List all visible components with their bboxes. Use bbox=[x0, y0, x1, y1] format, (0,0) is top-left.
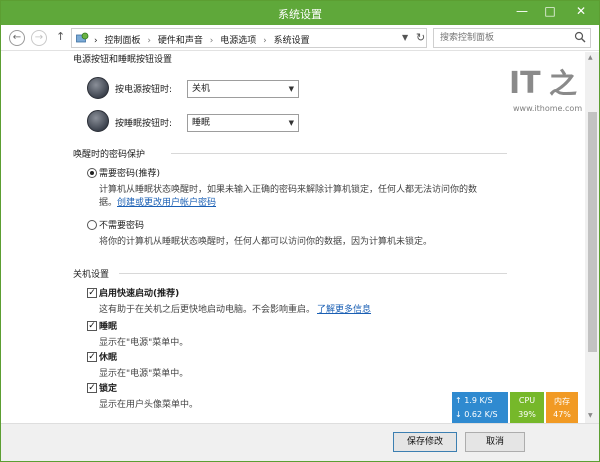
save-changes-button[interactable]: 保存修改 bbox=[393, 432, 457, 452]
learn-more-link[interactable]: 了解更多信息 bbox=[317, 302, 371, 315]
title-bar[interactable]: 系统设置 — □ ✕ bbox=[1, 1, 599, 25]
back-button[interactable]: ← bbox=[9, 30, 25, 46]
sleep-label[interactable]: 睡眠 bbox=[99, 319, 117, 332]
chevron-down-icon: ▼ bbox=[288, 85, 294, 93]
section-divider bbox=[171, 153, 507, 154]
breadcrumb-control-panel[interactable]: 控制面板 bbox=[104, 36, 140, 46]
breadcrumb-power-options[interactable]: 电源选项 bbox=[220, 36, 256, 46]
breadcrumb-separator: › bbox=[147, 36, 151, 46]
chevron-down-icon[interactable]: ▼ bbox=[402, 33, 408, 42]
power-button-value: 关机 bbox=[192, 84, 211, 94]
svg-text:IT: IT bbox=[509, 66, 541, 101]
section-divider bbox=[119, 273, 507, 274]
fast-startup-description: 这有助于在关机之后更快地启动电脑。不会影响重启。 bbox=[99, 305, 316, 315]
maximize-button[interactable]: □ bbox=[537, 1, 563, 23]
breadcrumb-hardware-sound[interactable]: 硬件和声音 bbox=[158, 36, 203, 46]
require-password-label[interactable]: 需要密码(推荐) bbox=[99, 166, 160, 179]
refresh-icon[interactable]: ↻ bbox=[416, 31, 425, 44]
sleep-button-value: 睡眠 bbox=[192, 118, 211, 128]
section-heading-power-buttons: 电源按钮和睡眠按钮设置 bbox=[73, 55, 173, 65]
hibernate-label[interactable]: 休眠 bbox=[99, 350, 117, 363]
search-input[interactable] bbox=[434, 29, 570, 47]
sleep-button-icon bbox=[87, 110, 109, 132]
close-button[interactable]: ✕ bbox=[565, 1, 597, 23]
scroll-up-icon[interactable]: ▲ bbox=[588, 54, 593, 61]
footer-bar: 保存修改 取消 bbox=[1, 423, 599, 461]
lock-description: 显示在用户头像菜单中。 bbox=[99, 400, 199, 410]
sleep-button-label: 按睡眠按钮时: bbox=[115, 119, 173, 129]
section-heading-shutdown: 关机设置 bbox=[73, 270, 110, 280]
require-password-radio[interactable] bbox=[87, 168, 97, 178]
cpu-panel: CPU 39% bbox=[510, 392, 544, 424]
watermark-url: www.ithome.com bbox=[513, 104, 583, 113]
scroll-thumb[interactable] bbox=[588, 112, 597, 352]
search-icon[interactable] bbox=[574, 31, 586, 43]
breadcrumb-system-settings[interactable]: 系统设置 bbox=[274, 36, 310, 46]
no-password-label[interactable]: 不需要密码 bbox=[99, 218, 144, 231]
breadcrumb-separator: › bbox=[94, 36, 98, 46]
upload-speed: ↑ 1.9 K/S bbox=[455, 396, 493, 405]
sleep-button-select[interactable]: 睡眠 ▼ bbox=[187, 114, 299, 132]
hibernate-checkbox[interactable]: ✓ bbox=[87, 352, 97, 362]
settings-content: 电源按钮和睡眠按钮设置 按电源按钮时: 关机 ▼ 按睡眠按钮时: 睡眠 ▼ 唤醒… bbox=[1, 52, 585, 423]
forward-button[interactable]: → bbox=[31, 30, 47, 46]
cpu-label: CPU bbox=[518, 396, 536, 405]
require-password-description-cont: 据。 bbox=[99, 198, 118, 208]
breadcrumb: › 控制面板 › 硬件和声音 › 电源选项 › 系统设置 bbox=[94, 33, 310, 46]
fast-startup-checkbox[interactable]: ✓ bbox=[87, 288, 97, 298]
up-button[interactable]: ↑ bbox=[56, 30, 65, 43]
network-speed-panel: ↑ 1.9 K/S ↓ 0.62 K/S bbox=[452, 392, 508, 424]
no-password-description: 将你的计算机从睡眠状态唤醒时，任何人都可以访问你的数据，因为计算机未锁定。 bbox=[99, 237, 433, 247]
chevron-down-icon: ▼ bbox=[288, 119, 294, 127]
memory-panel: 内存 47% bbox=[546, 392, 578, 424]
vertical-scrollbar[interactable]: ▲ ▼ bbox=[585, 52, 599, 423]
svg-text:之: 之 bbox=[549, 67, 577, 100]
sleep-checkbox[interactable]: ✓ bbox=[87, 321, 97, 331]
power-button-icon bbox=[87, 77, 109, 99]
address-bar[interactable]: › 控制面板 › 硬件和声音 › 电源选项 › 系统设置 ▼ ↻ bbox=[71, 28, 427, 48]
require-password-description: 计算机从睡眠状态唤醒时，如果未输入正确的密码来解除计算机锁定，任何人都无法访问你… bbox=[99, 185, 478, 195]
system-monitor-widget: ↑ 1.9 K/S ↓ 0.62 K/S CPU 39% 内存 47% bbox=[452, 392, 578, 424]
breadcrumb-separator: › bbox=[209, 36, 214, 46]
memory-usage: 47% bbox=[553, 410, 571, 419]
section-heading-wake-password: 唤醒时的密码保护 bbox=[73, 150, 146, 160]
fast-startup-label[interactable]: 启用快速启动(推荐) bbox=[99, 286, 179, 299]
hibernate-description: 显示在"电源"菜单中。 bbox=[99, 369, 189, 379]
breadcrumb-separator: › bbox=[263, 36, 267, 46]
window: 系统设置 — □ ✕ ← → ↑ › 控制面板 › 硬件和声音 › 电源选项 ›… bbox=[0, 0, 600, 462]
search-box[interactable] bbox=[433, 28, 591, 48]
memory-label: 内存 bbox=[554, 397, 570, 406]
scroll-down-icon[interactable]: ▼ bbox=[588, 412, 593, 419]
download-speed: ↓ 0.62 K/S bbox=[455, 410, 498, 419]
navigation-bar: ← → ↑ › 控制面板 › 硬件和声音 › 电源选项 › 系统设置 ▼ ↻ bbox=[1, 25, 599, 51]
lock-label[interactable]: 锁定 bbox=[99, 381, 117, 394]
cpu-usage: 39% bbox=[518, 410, 536, 419]
cancel-button[interactable]: 取消 bbox=[465, 432, 525, 452]
power-button-label: 按电源按钮时: bbox=[115, 85, 173, 95]
lock-checkbox[interactable]: ✓ bbox=[87, 383, 97, 393]
no-password-radio[interactable] bbox=[87, 220, 97, 230]
power-button-select[interactable]: 关机 ▼ bbox=[187, 80, 299, 98]
ithome-logo-watermark: IT 之 bbox=[509, 66, 577, 101]
minimize-button[interactable]: — bbox=[509, 1, 535, 23]
sleep-description: 显示在"电源"菜单中。 bbox=[99, 338, 189, 348]
create-password-link[interactable]: 创建或更改用户帐户密码 bbox=[117, 195, 216, 208]
control-panel-icon bbox=[76, 32, 89, 43]
